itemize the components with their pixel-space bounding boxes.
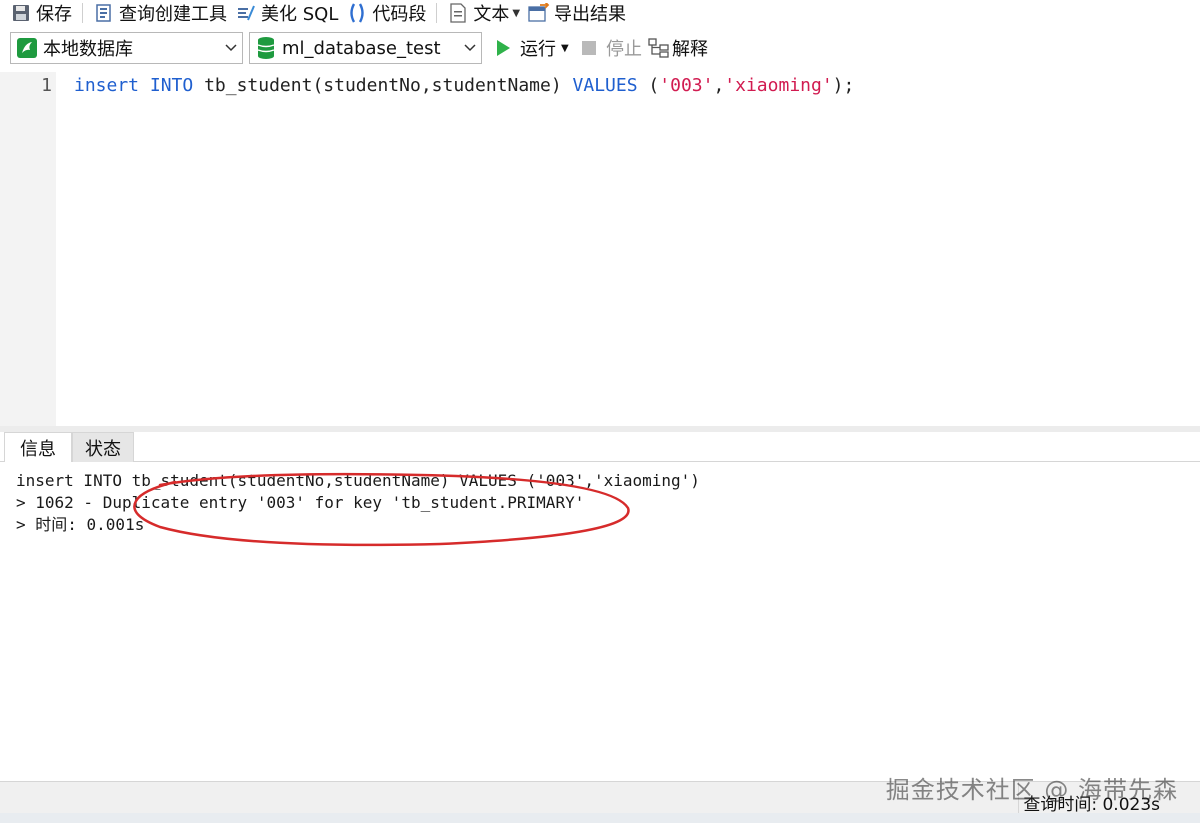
connection-toolbar: 本地数据库 ml_database_test 运行 ▼ 停止 解释 [0,28,1200,68]
toolbar-separator [82,3,83,23]
query-builder-icon [93,2,115,24]
database-icon [254,36,278,60]
sql-keyword: INTO [149,75,194,96]
message-time: > 时间: 0.001s [16,515,145,534]
database-label: ml_database_test [282,37,441,59]
sql-comma: , [713,75,725,96]
sql-editor[interactable]: 1 insert INTO tb_student(studentNo,stude… [0,72,1200,426]
query-builder-label: 查询创建工具 [119,4,227,25]
sql-keyword: VALUES [572,75,638,96]
code-snippet-label: 代码段 [372,4,427,25]
message-panel: insert INTO tb_student(studentNo,student… [0,463,1200,781]
code-line[interactable]: insert INTO tb_student(studentNo,student… [74,74,854,98]
watermark: 掘金技术社区 @ 海带先森 [885,776,1178,804]
tab-info[interactable]: 信息 [4,432,72,462]
tab-status-label: 状态 [85,438,121,460]
export-results-button[interactable]: 导出结果 [524,0,630,26]
run-button[interactable]: 运行 ▼ [492,33,569,63]
query-builder-button[interactable]: 查询创建工具 [89,0,231,26]
stop-button[interactable]: 停止 [578,33,642,63]
stop-label: 停止 [606,39,642,60]
window-bottom-edge [0,813,1200,823]
connection-icon [15,36,39,60]
message-sql: insert INTO tb_student(studentNo,student… [16,471,700,490]
chevron-down-icon: ▼ [512,7,521,19]
beautify-label: 美化 SQL [261,4,339,25]
play-icon [492,37,514,59]
sql-keyword: insert [74,75,140,96]
beautify-sql-button[interactable]: 美化 SQL [231,0,342,26]
save-icon [10,2,32,24]
text-button[interactable]: 文本 ▼ [443,0,524,26]
main-toolbar: 保存 查询创建工具 美化 SQL 代码段 文本 ▼ 导出结果 [0,0,1200,26]
sql-paren: ( [648,75,660,96]
export-icon [528,2,550,24]
sql-string: 'xiaoming' [724,75,833,96]
run-label: 运行 [520,39,556,60]
tab-info-label: 信息 [20,438,56,460]
line-number: 1 [41,75,52,96]
connection-select[interactable]: 本地数据库 [10,32,243,64]
code-snippet-button[interactable]: 代码段 [342,0,430,26]
chevron-down-icon: ▼ [561,42,569,54]
text-document-icon [447,2,469,24]
connection-label: 本地数据库 [43,39,133,60]
toolbar-separator [436,3,438,23]
explain-label: 解释 [672,39,708,60]
tab-status[interactable]: 状态 [72,432,134,462]
beautify-icon [235,2,257,24]
stop-icon [578,37,600,59]
sql-paren: ); [832,75,855,96]
code-snippet-icon [346,2,368,24]
chevron-down-icon [220,44,242,52]
explain-icon [648,37,670,59]
database-select[interactable]: ml_database_test [249,32,482,64]
export-label: 导出结果 [554,4,627,25]
sql-table-call: tb_student(studentNo,studentName) [204,75,562,96]
save-label: 保存 [36,4,72,25]
text-label: 文本 [473,4,510,25]
explain-button[interactable]: 解释 [648,33,708,63]
chevron-down-icon [459,44,481,52]
message-error: > 1062 - Duplicate entry '003' for key '… [16,493,585,512]
line-number-gutter: 1 [0,72,56,426]
save-button[interactable]: 保存 [6,0,76,26]
result-tabs: 信息 状态 [0,432,1200,462]
sql-string: '003' [659,75,714,96]
